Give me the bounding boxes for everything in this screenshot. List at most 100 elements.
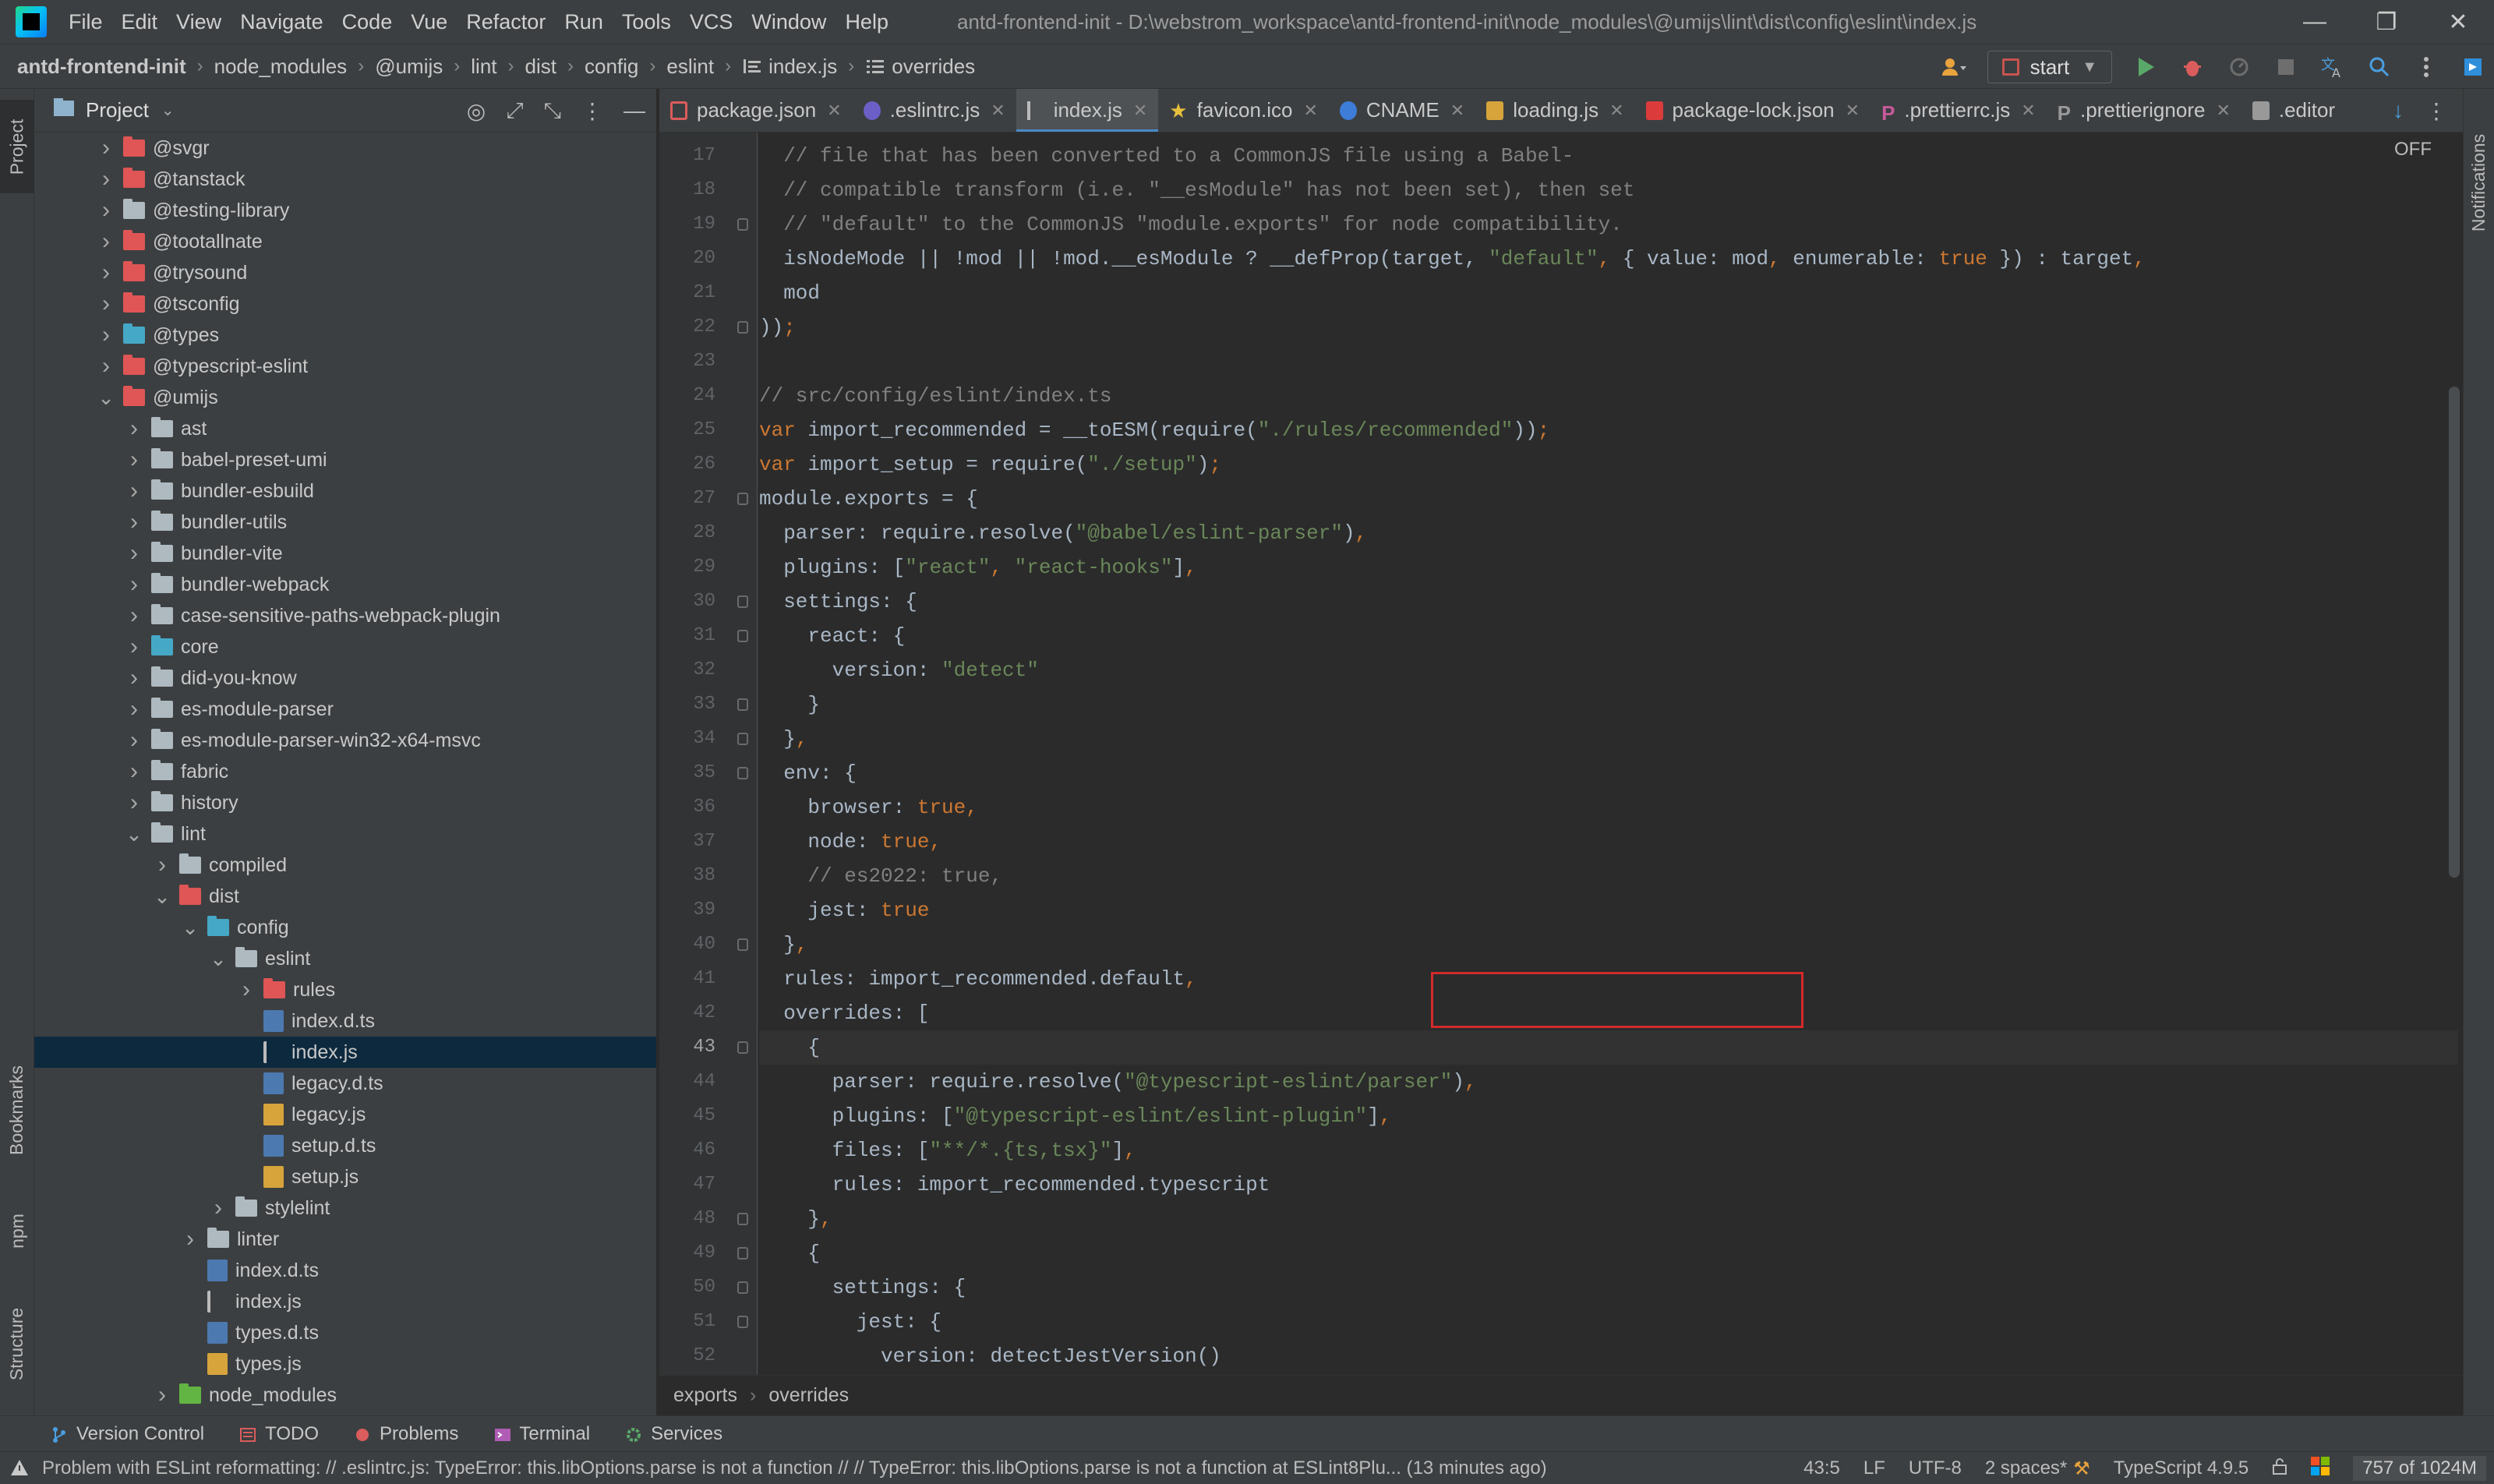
crumb-index-js[interactable]: index.js [768, 55, 837, 79]
code-line[interactable]: }, [759, 928, 2458, 962]
menu-run[interactable]: Run [564, 10, 603, 34]
tree-item[interactable]: › @tanstack [34, 164, 656, 195]
fold-marker-icon[interactable] [737, 493, 748, 505]
debug-icon[interactable] [2179, 54, 2206, 80]
close-icon[interactable]: ✕ [1133, 101, 1147, 121]
code-line[interactable]: parser: require.resolve("@typescript-esl… [759, 1065, 2458, 1099]
tab-index-js[interactable]: index.js ✕ [1016, 89, 1159, 132]
code-line[interactable]: jest: { [759, 1305, 2458, 1339]
fold-marker-icon[interactable] [737, 698, 748, 711]
code-line[interactable]: node: true, [759, 825, 2458, 859]
code-line[interactable]: // compatible transform (i.e. "__esModul… [759, 173, 2458, 207]
code-line[interactable]: // file that has been converted to a Com… [759, 139, 2458, 173]
code-line[interactable]: }, [759, 722, 2458, 756]
tab-prettierignore[interactable]: P .prettierignore ✕ [2047, 89, 2241, 132]
chevron-right-icon[interactable]: › [125, 634, 143, 659]
fold-marker-icon[interactable] [737, 595, 748, 608]
chevron-right-icon[interactable]: › [97, 291, 115, 316]
hide-panel-icon[interactable]: — [624, 98, 645, 123]
chevron-right-icon[interactable]: › [125, 665, 143, 691]
crumb-dist[interactable]: dist [525, 55, 556, 79]
code-line[interactable]: module.exports = { [759, 482, 2458, 516]
menu-view[interactable]: View [176, 10, 221, 34]
tree-item[interactable]: types.d.ts [34, 1317, 656, 1348]
collapse-all-icon[interactable]: ⤡ [544, 98, 561, 124]
chevron-right-icon[interactable]: › [97, 353, 115, 379]
fold-marker-icon[interactable] [737, 1041, 748, 1054]
close-window-button[interactable]: ✕ [2422, 0, 2494, 44]
fold-marker-icon[interactable] [737, 767, 748, 779]
code-line[interactable]: rules: import_recommended.typescript [759, 1168, 2458, 1202]
code-line[interactable]: plugins: ["react", "react-hooks"], [759, 550, 2458, 585]
translate-icon[interactable]: 文A [2319, 54, 2346, 80]
chevron-down-icon[interactable]: ⌄ [125, 822, 143, 846]
read-only-lock-icon[interactable] [2272, 1458, 2287, 1480]
menu-code[interactable]: Code [342, 10, 393, 34]
tool-tab-todo[interactable]: TODO [240, 1423, 319, 1445]
tree-item[interactable]: › @trysound [34, 257, 656, 288]
tab-editorconfig[interactable]: .editor [2241, 89, 2346, 132]
tree-item[interactable]: › fabric [34, 756, 656, 787]
notifications-tool-tab[interactable]: Notifications [2464, 104, 2494, 260]
code-line[interactable]: parser: require.resolve("@babel/eslint-p… [759, 516, 2458, 550]
chevron-right-icon[interactable]: › [125, 758, 143, 784]
fold-marker-icon[interactable] [737, 938, 748, 951]
breadcrumb-exports[interactable]: exports [673, 1384, 737, 1407]
menu-file[interactable]: File [69, 10, 103, 34]
close-icon[interactable]: ✕ [1609, 101, 1623, 121]
more-options-icon[interactable] [2413, 54, 2439, 80]
close-icon[interactable]: ✕ [2021, 101, 2035, 121]
code-editor[interactable]: 17 18 19 20 21 22 23 24 25 26 27 28 29 30 31 32 33 34 35 36… [659, 132, 2463, 1375]
tree-item[interactable]: ⌄ dist [34, 881, 656, 912]
tree-item[interactable]: legacy.js [34, 1099, 656, 1130]
language-service[interactable]: TypeScript 4.9.5 [2114, 1458, 2248, 1479]
tree-item[interactable]: › bundler-utils [34, 507, 656, 538]
chevron-right-icon[interactable]: › [97, 260, 115, 285]
stop-icon[interactable] [2273, 54, 2299, 80]
tree-item[interactable]: › node_modules [34, 1380, 656, 1411]
indent-setting[interactable]: 2 spaces* ⚒ [1985, 1458, 2090, 1480]
fold-marker-icon[interactable] [737, 630, 748, 642]
restore-button[interactable]: ❐ [2351, 0, 2422, 44]
chevron-right-icon[interactable]: › [125, 727, 143, 753]
chevron-down-icon[interactable]: ⌄ [181, 916, 200, 939]
tree-item[interactable]: index.js [34, 1286, 656, 1317]
close-icon[interactable]: ✕ [827, 101, 841, 121]
chevron-right-icon[interactable]: › [209, 1195, 228, 1221]
minimize-button[interactable]: — [2279, 0, 2351, 44]
code-line[interactable]: jest: true [759, 893, 2458, 928]
tool-tab-version-control[interactable]: Version Control [51, 1423, 204, 1445]
code-line[interactable]: react: { [759, 619, 2458, 653]
tree-item[interactable]: › @svgr [34, 132, 656, 164]
project-tool-tab[interactable]: Project [0, 100, 34, 193]
more-tabs-icon[interactable]: ⋮ [2425, 98, 2447, 124]
fold-marker-icon[interactable] [737, 1247, 748, 1260]
line-separator[interactable]: LF [1863, 1458, 1885, 1479]
chevron-right-icon[interactable]: › [153, 1382, 171, 1408]
tool-tab-terminal[interactable]: Terminal [494, 1423, 590, 1445]
tree-item[interactable]: › bundler-vite [34, 538, 656, 569]
tree-item[interactable]: › rules [34, 974, 656, 1005]
locate-file-icon[interactable]: ◎ [467, 98, 486, 124]
chevron-down-icon[interactable]: ⌄ [209, 947, 228, 970]
code-line[interactable]: { [759, 1030, 2458, 1065]
close-icon[interactable]: ✕ [991, 101, 1005, 121]
chevron-right-icon[interactable]: › [181, 1226, 200, 1252]
tree-item[interactable]: index.js [34, 1037, 656, 1068]
code-line[interactable]: }, [759, 1202, 2458, 1236]
close-icon[interactable]: ✕ [1846, 101, 1860, 121]
expand-all-icon[interactable]: ⤢ [506, 98, 523, 124]
code-line[interactable]: )); [759, 310, 2458, 344]
tree-item[interactable]: ⌄ @umijs [34, 382, 656, 413]
fold-marker-icon[interactable] [737, 218, 748, 231]
breadcrumb-overrides[interactable]: overrides [768, 1384, 849, 1407]
crumb-umijs[interactable]: @umijs [375, 55, 443, 79]
tree-item[interactable]: › @types [34, 320, 656, 351]
tree-item[interactable]: › history [34, 787, 656, 818]
chevron-right-icon[interactable]: › [125, 790, 143, 815]
chevron-down-icon[interactable]: ⌄ [161, 101, 175, 120]
code-line[interactable]: { [759, 1236, 2458, 1270]
code-line[interactable]: // "default" to the CommonJS "module.exp… [759, 207, 2458, 242]
windows-logo-icon[interactable] [2311, 1456, 2330, 1481]
vertical-scrollbar[interactable] [2449, 387, 2460, 878]
